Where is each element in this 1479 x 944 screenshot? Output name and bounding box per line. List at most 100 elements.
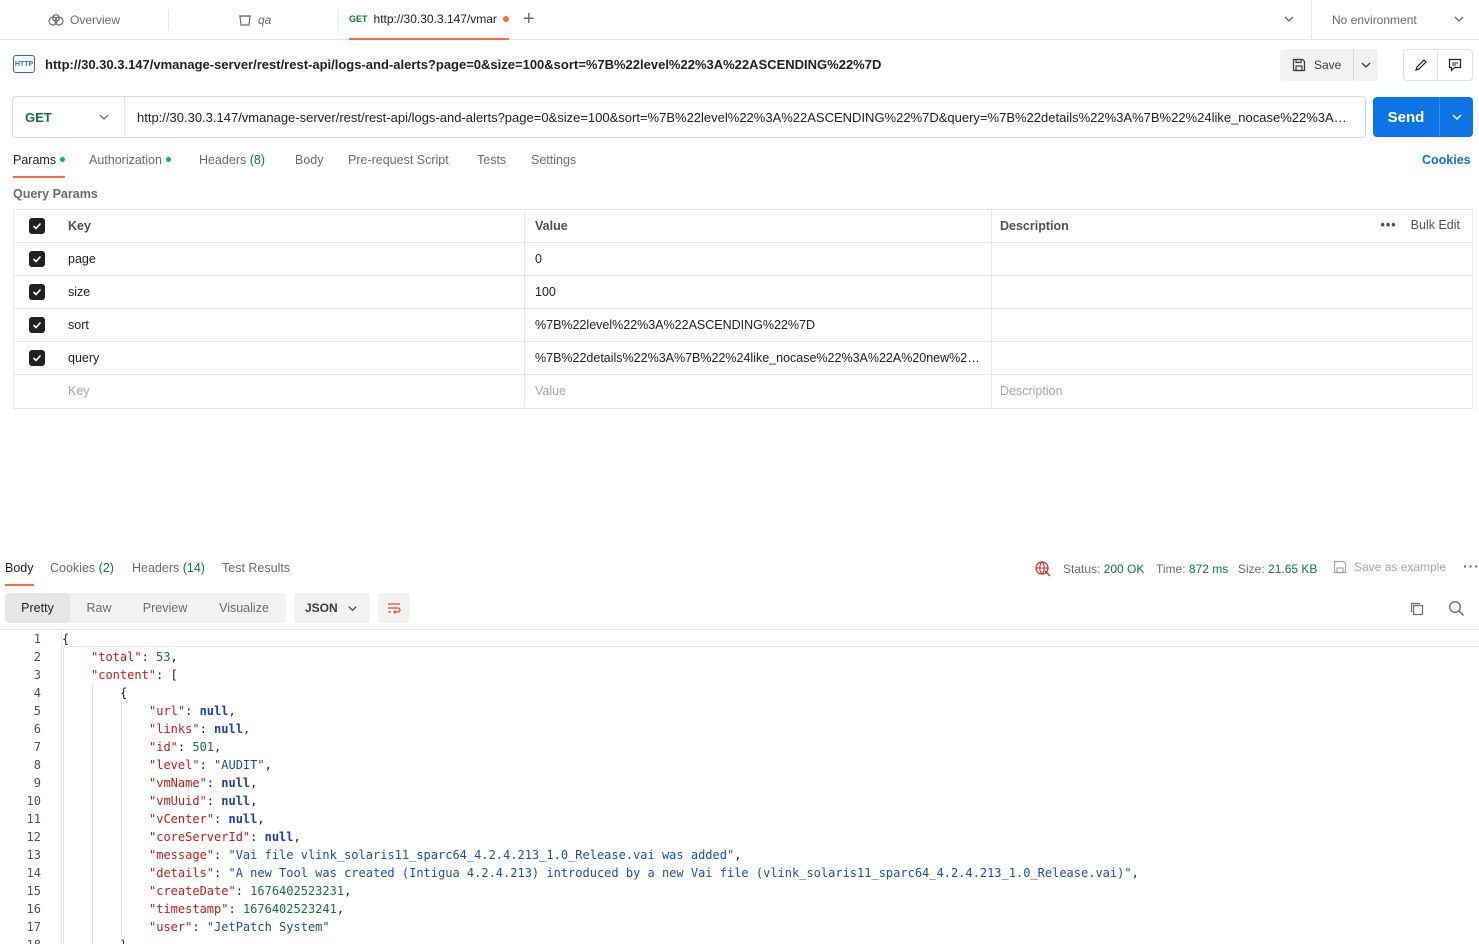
- response-tab-test-results[interactable]: Test Results: [222, 561, 290, 586]
- view-raw[interactable]: Raw: [70, 593, 128, 623]
- code-token: ,: [214, 740, 222, 754]
- code-text: "coreServerId": null,: [149, 828, 301, 846]
- param-checkbox[interactable]: [14, 276, 59, 308]
- code-line: 2 "total": 53,: [0, 648, 1479, 666]
- code-text: {: [62, 630, 69, 648]
- request-title[interactable]: http://30.30.3.147/vmanage-server/rest/r…: [45, 57, 881, 72]
- tab-qa[interactable]: qa: [238, 0, 271, 40]
- send-options-button[interactable]: [1440, 97, 1473, 137]
- edit-button[interactable]: [1404, 50, 1439, 80]
- param-value-cell[interactable]: 0: [525, 243, 992, 275]
- select-all-checkbox[interactable]: [14, 210, 59, 242]
- response-size[interactable]: Size: 21.65 KB: [1238, 562, 1317, 576]
- bulk-edit-button[interactable]: ••• Bulk Edit: [1381, 218, 1460, 232]
- save-as-example-button[interactable]: Save as example: [1333, 560, 1446, 574]
- param-description-cell[interactable]: [992, 342, 1472, 374]
- response-tab-cookies[interactable]: Cookies (2): [50, 561, 114, 586]
- code-token: :: [214, 848, 229, 862]
- code-token: ,: [344, 884, 352, 898]
- code-token: "id": [149, 740, 178, 754]
- param-key-cell[interactable]: sort: [59, 309, 525, 341]
- new-tab-button[interactable]: +: [523, 9, 535, 29]
- response-tab-body[interactable]: Body: [5, 561, 34, 586]
- wrap-lines-button[interactable]: [378, 593, 410, 623]
- tabs-overflow-chevron-icon[interactable]: [1283, 13, 1295, 28]
- chevron-down-icon: [1452, 114, 1461, 120]
- tab-params[interactable]: Params: [13, 153, 66, 178]
- code-line: 3 "content": [: [0, 666, 1479, 684]
- tab-tests[interactable]: Tests: [477, 153, 506, 178]
- url-input[interactable]: [125, 97, 1365, 137]
- code-text: {: [120, 684, 127, 702]
- param-checkbox[interactable]: [14, 342, 59, 374]
- comments-button[interactable]: [1438, 50, 1472, 80]
- param-description-cell[interactable]: [992, 243, 1472, 275]
- param-value-cell[interactable]: %7B%22details%22%3A%7B%22%24like_nocase%…: [525, 342, 992, 374]
- response-time[interactable]: Time: 872 ms: [1156, 562, 1228, 576]
- response-tab-headers[interactable]: Headers (14): [132, 561, 205, 586]
- tab-divider: [168, 10, 169, 30]
- code-token: ,: [336, 902, 345, 916]
- line-number: 17: [26, 920, 41, 934]
- code-token: ,: [242, 722, 251, 736]
- status-label: Status:: [1063, 562, 1101, 576]
- more-options-icon: •••: [1380, 218, 1397, 232]
- code-text: "message": "Vai file vlink_solaris11_spa…: [149, 846, 741, 864]
- response-headers-count: (14): [182, 561, 205, 575]
- code-token: 1676402523241: [242, 902, 337, 916]
- network-globe-icon[interactable]: [1034, 560, 1051, 580]
- method-selector[interactable]: GET: [13, 97, 125, 137]
- param-key-cell[interactable]: size: [59, 276, 525, 308]
- new-param-value-input[interactable]: Value: [525, 375, 992, 407]
- tab-prerequest-script[interactable]: Pre-request Script: [348, 153, 449, 178]
- code-token: :: [214, 866, 229, 880]
- tab-authorization[interactable]: Authorization: [89, 153, 171, 178]
- code-token: :: [235, 884, 251, 898]
- line-number: 5: [33, 704, 41, 718]
- line-number: 12: [26, 830, 41, 844]
- view-visualize[interactable]: Visualize: [202, 593, 286, 623]
- chevron-down-icon: [98, 111, 110, 126]
- line-number: 7: [33, 740, 41, 754]
- response-view-selector: Pretty Raw Preview Visualize: [5, 593, 286, 623]
- environment-selector[interactable]: No environment: [1311, 0, 1479, 40]
- view-pretty[interactable]: Pretty: [5, 593, 70, 623]
- save-options-button[interactable]: [1354, 49, 1378, 81]
- param-key-cell[interactable]: page: [59, 243, 525, 275]
- response-tab-cookies-label: Cookies: [50, 561, 96, 575]
- tab-active-request[interactable]: GET http://30.30.3.147/vmar: [349, 0, 509, 40]
- param-value-cell[interactable]: 100: [525, 276, 992, 308]
- tab-params-label: Params: [13, 153, 57, 167]
- send-button-group: Send: [1373, 97, 1473, 137]
- copy-icon[interactable]: [1409, 601, 1425, 620]
- response-status[interactable]: Status: 200 OK: [1063, 562, 1144, 576]
- param-value-text: 0: [535, 252, 542, 266]
- tab-headers[interactable]: Headers (8): [199, 153, 265, 178]
- response-body-code[interactable]: 1{2 "total": 53, 3 "content": [4{5 "url": nu…: [0, 629, 1479, 944]
- table-row-new: Key Value Description: [14, 375, 1472, 408]
- view-preview[interactable]: Preview: [128, 593, 202, 623]
- new-param-description-input[interactable]: Description: [992, 375, 1472, 407]
- param-description-cell[interactable]: [992, 276, 1472, 308]
- param-description-cell[interactable]: [992, 309, 1472, 341]
- new-param-key-input[interactable]: Key: [59, 375, 525, 407]
- line-number: 14: [26, 866, 41, 880]
- code-line: 18},: [0, 936, 1479, 944]
- tab-overview[interactable]: Overview: [48, 0, 120, 40]
- send-button[interactable]: Send: [1373, 97, 1440, 137]
- code-token: ,: [228, 704, 236, 718]
- param-checkbox[interactable]: [14, 309, 59, 341]
- format-selector[interactable]: JSON: [294, 593, 370, 623]
- param-checkbox[interactable]: [14, 243, 59, 275]
- code-text: "user": "JetPatch System": [149, 918, 330, 936]
- code-token: "AUDIT": [214, 758, 265, 772]
- tab-body[interactable]: Body: [295, 153, 324, 178]
- param-value-cell[interactable]: %7B%22level%22%3A%22ASCENDING%22%7D: [525, 309, 992, 341]
- cookies-link[interactable]: Cookies: [1422, 153, 1471, 167]
- save-label: Save: [1314, 58, 1342, 72]
- search-icon[interactable]: [1448, 600, 1465, 620]
- tab-settings[interactable]: Settings: [531, 153, 576, 178]
- save-button[interactable]: Save: [1280, 49, 1354, 81]
- param-key-cell[interactable]: query: [59, 342, 525, 374]
- more-options-icon[interactable]: ···: [1463, 558, 1479, 574]
